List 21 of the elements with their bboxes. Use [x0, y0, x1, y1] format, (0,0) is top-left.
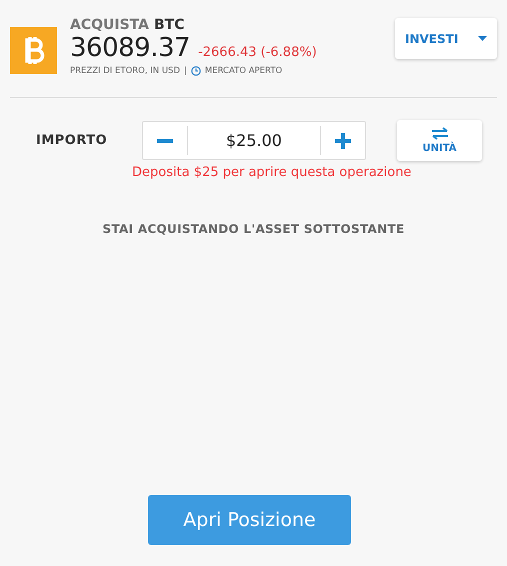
notice-text: STAI ACQUISTANDO L'ASSET SOTTOSTANTE — [102, 222, 404, 236]
action-label: ACQUISTA — [70, 17, 149, 33]
amount-label: IMPORTO — [35, 133, 108, 148]
price: 36089.37 — [70, 33, 190, 63]
bitcoin-icon — [10, 27, 57, 74]
price-source: PREZZI DI ETORO, IN USD — [70, 66, 180, 76]
plus-icon — [335, 132, 351, 148]
invest-dropdown[interactable]: INVESTI — [395, 18, 497, 59]
minus-icon — [157, 138, 173, 142]
symbol-label: BTC — [154, 17, 184, 33]
caret-icon — [478, 36, 487, 41]
amount-field[interactable]: $25.00 — [188, 130, 320, 151]
units-button[interactable]: UNITÀ — [397, 120, 482, 161]
market-status: MERCATO APERTO — [204, 66, 282, 76]
clock-icon — [190, 66, 201, 76]
error-message: Deposita $25 per aprire questa operazione — [131, 165, 412, 180]
amount-stepper[interactable]: $25.00 — [142, 121, 366, 160]
separator: | — [184, 66, 187, 76]
open-position-button[interactable]: Apri Posizione — [148, 495, 351, 545]
swap-icon — [430, 127, 448, 140]
price-change: -2666.43 (-6.88%) — [198, 45, 317, 60]
